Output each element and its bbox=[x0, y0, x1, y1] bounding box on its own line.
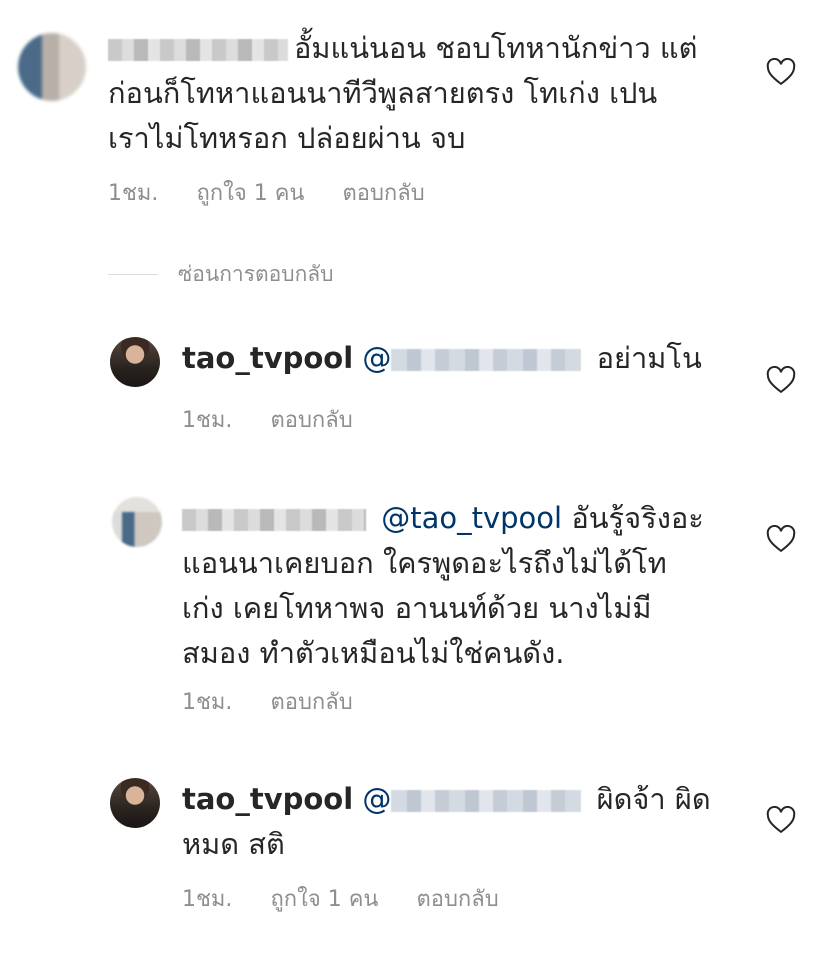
divider bbox=[108, 274, 158, 275]
timestamp: 1ชม. bbox=[182, 690, 233, 715]
like-heart-icon[interactable] bbox=[766, 524, 796, 553]
reply-button[interactable]: ตอบกลับ bbox=[342, 181, 424, 206]
like-heart-icon[interactable] bbox=[766, 365, 796, 394]
blurred-mention[interactable] bbox=[391, 790, 582, 812]
comment-text: อั้มแน่นอน ชอบโทหานักข่าว แต่ ก่อนก็โทหา… bbox=[108, 31, 698, 155]
username-link[interactable]: tao_tvpool bbox=[182, 341, 353, 375]
timestamp: 1ชม. bbox=[182, 887, 233, 912]
avatar[interactable] bbox=[18, 33, 86, 101]
hide-replies-button[interactable]: ซ่อนการตอบกลับ bbox=[108, 258, 334, 291]
avatar[interactable] bbox=[110, 337, 160, 387]
comment-text: tao_tvpool @ ผิดจ้า ผิด หมด สติ bbox=[182, 782, 711, 861]
timestamp: 1ชม. bbox=[182, 408, 233, 433]
comment-meta: 1ชม. ตอบกลับ bbox=[182, 684, 391, 719]
comment-meta: 1ชม. ถูกใจ 1 คน ตอบกลับ bbox=[108, 175, 463, 210]
reply-button[interactable]: ตอบกลับ bbox=[270, 690, 352, 715]
username-link[interactable]: tao_tvpool bbox=[182, 782, 353, 816]
comment-text: tao_tvpool @ อย่ามโน bbox=[182, 341, 702, 375]
avatar[interactable] bbox=[110, 778, 160, 828]
mention-link[interactable]: @tao_tvpool bbox=[381, 501, 562, 535]
timestamp: 1ชม. bbox=[108, 181, 159, 206]
comment-meta: 1ชม. ถูกใจ 1 คน ตอบกลับ bbox=[182, 881, 537, 916]
like-heart-icon[interactable] bbox=[766, 805, 796, 834]
comment-meta: 1ชม. ตอบกลับ bbox=[182, 402, 391, 437]
comment-text: @tao_tvpool อันรู้จริงอะ แอนนาเคยบอก ใคร… bbox=[182, 501, 704, 670]
likes-count[interactable]: ถูกใจ 1 คน bbox=[196, 181, 304, 206]
reply-button[interactable]: ตอบกลับ bbox=[416, 887, 498, 912]
blurred-username[interactable] bbox=[182, 509, 366, 531]
likes-count[interactable]: ถูกใจ 1 คน bbox=[270, 887, 378, 912]
blurred-mention[interactable] bbox=[391, 349, 582, 371]
avatar[interactable] bbox=[112, 497, 162, 547]
reply-button[interactable]: ตอบกลับ bbox=[270, 408, 352, 433]
like-heart-icon[interactable] bbox=[766, 57, 796, 86]
blurred-username[interactable] bbox=[108, 39, 288, 61]
